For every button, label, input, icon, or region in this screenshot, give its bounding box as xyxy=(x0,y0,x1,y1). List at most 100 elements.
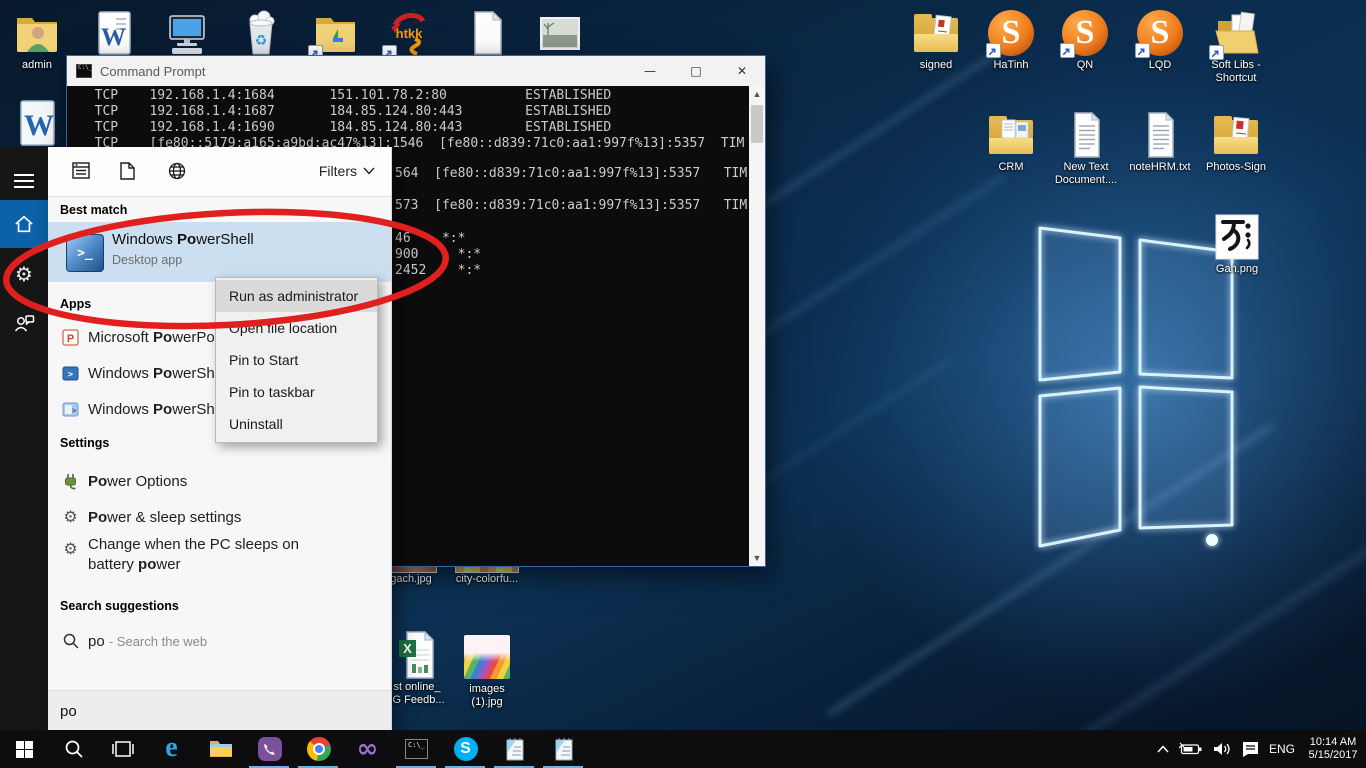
scrollbar[interactable]: ▲ ▼ xyxy=(749,86,765,566)
desktop-icon-admin-folder[interactable]: admin xyxy=(0,8,74,72)
settings-header: Settings xyxy=(60,436,109,450)
desktop-icon-recycle-bin[interactable]: ♻ xyxy=(224,8,298,58)
apps-filter-icon[interactable] xyxy=(72,162,90,184)
search-query-text: po xyxy=(60,703,77,720)
menu-item-run-as-administrator[interactable]: Run as administrator xyxy=(216,280,377,312)
desktop-icon-word-file-partial[interactable]: W xyxy=(0,98,74,148)
powershell-icon: > xyxy=(62,365,79,382)
setting-result-power-options[interactable]: Power Options xyxy=(48,463,391,499)
setting-result-power-sleep[interactable]: ⚙ Power & sleep settings xyxy=(48,499,391,535)
search-input[interactable]: po xyxy=(48,690,391,731)
close-button[interactable]: ✕ xyxy=(719,56,765,86)
scroll-down-icon[interactable]: ▼ xyxy=(749,550,765,566)
menu-item-uninstall[interactable]: Uninstall xyxy=(216,408,377,440)
console-line: 2452 *:* xyxy=(395,263,481,278)
notepad-icon xyxy=(504,737,526,761)
desktop-icon-word-document[interactable]: W xyxy=(76,8,150,58)
settings-gear-icon[interactable]: ⚙ xyxy=(0,250,48,298)
task-view-icon xyxy=(112,741,134,757)
cmd-icon: C:\_ xyxy=(76,64,92,78)
word-file-icon: W xyxy=(12,98,62,148)
desktop-icon-signed-folder[interactable]: signed xyxy=(899,8,973,72)
folder-user-icon xyxy=(12,8,62,58)
web-filter-icon[interactable] xyxy=(168,162,186,185)
photo-thumbnail-icon xyxy=(462,632,512,682)
taskbar: e ∞ C:\_ S xyxy=(0,730,1366,768)
powershell-ise-icon: > xyxy=(62,401,79,418)
apps-header: Apps xyxy=(60,297,91,311)
tray-date: 5/15/2017 xyxy=(1304,749,1362,762)
maximize-button[interactable]: □ xyxy=(673,56,719,86)
chevron-down-icon xyxy=(363,167,375,175)
search-icon xyxy=(64,739,84,759)
skype-button[interactable]: S xyxy=(441,730,490,768)
desktop-icon-htkk-shortcut[interactable]: htkk xyxy=(372,8,446,58)
desktop-icon-photo-file[interactable] xyxy=(523,8,597,58)
console-line: 46 *:* xyxy=(395,231,465,246)
console-line: 564 [fe80::d839:71c0:aa1:997f%13]:5357 T… xyxy=(395,166,747,181)
tray-chevron-up-icon[interactable] xyxy=(1156,744,1170,754)
console-line: TCP 192.168.1.4:1684 151.101.78.2:80 EST… xyxy=(79,88,749,104)
menu-item-pin-to-start[interactable]: Pin to Start xyxy=(216,344,377,376)
visual-studio-button[interactable]: ∞ xyxy=(343,730,392,768)
documents-filter-icon[interactable] xyxy=(120,162,135,185)
file-explorer-button[interactable] xyxy=(196,730,245,768)
result-subtitle: Desktop app xyxy=(112,253,254,267)
minimize-button[interactable]: — xyxy=(627,56,673,86)
menu-item-pin-to-taskbar[interactable]: Pin to taskbar xyxy=(216,376,377,408)
search-suggestion-web[interactable]: po - Search the web xyxy=(48,623,391,659)
desktop-icon-this-pc[interactable] xyxy=(150,8,224,58)
start-button[interactable] xyxy=(0,730,49,768)
notepad-2-button[interactable] xyxy=(539,730,588,768)
volume-icon[interactable] xyxy=(1212,741,1232,757)
search-icon xyxy=(62,633,79,650)
console-line: TCP 192.168.1.4:1687 184.85.124.80:443 E… xyxy=(79,104,749,120)
task-view-button[interactable] xyxy=(98,730,147,768)
edge-button[interactable]: e xyxy=(147,730,196,768)
word-document-icon: W xyxy=(88,8,138,58)
svg-text:♻: ♻ xyxy=(255,33,268,49)
desktop-icon-qn-shortcut[interactable]: S QN xyxy=(1048,8,1122,72)
command-prompt-icon: C:\_ xyxy=(405,739,428,759)
powerpoint-icon: P xyxy=(62,329,79,346)
powershell-icon: >_ xyxy=(66,234,104,272)
desktop-icon-blank-document[interactable] xyxy=(450,8,524,58)
viber-button[interactable] xyxy=(245,730,294,768)
setting-result-pc-sleep-battery[interactable]: ⚙ Change when the PC sleeps on battery p… xyxy=(48,535,391,591)
menu-item-open-file-location[interactable]: Open file location xyxy=(216,312,377,344)
s-logo-icon: S xyxy=(1060,8,1110,58)
taskbar-cmd-button[interactable]: C:\_ xyxy=(392,730,441,768)
desktop-icon-new-text-document[interactable]: New Text Document.... xyxy=(1049,110,1123,187)
console-line: 573 [fe80::d839:71c0:aa1:997f%13]:5357 T… xyxy=(395,198,747,213)
scroll-up-icon[interactable]: ▲ xyxy=(749,86,765,102)
desktop-icon-hatinh-shortcut[interactable]: S HaTinh xyxy=(974,8,1048,72)
home-tab-icon[interactable] xyxy=(0,200,48,248)
desktop-icon-lqd-shortcut[interactable]: S LQD xyxy=(1123,8,1197,72)
action-center-icon[interactable] xyxy=(1241,741,1260,758)
filters-dropdown[interactable]: Filters xyxy=(319,163,375,179)
desktop-icon-google-drive-folder[interactable] xyxy=(298,8,372,58)
desktop-icon-images-1-jpg[interactable]: images(1).jpg xyxy=(456,632,518,709)
skype-icon: S xyxy=(454,737,478,761)
svg-text:P: P xyxy=(67,333,74,345)
feedback-icon[interactable] xyxy=(0,299,48,347)
cmd-titlebar[interactable]: C:\_ Command Prompt — □ ✕ xyxy=(67,56,765,86)
desktop-icon-excel-feedback-file[interactable]: X st online_IG Feedb... xyxy=(386,630,448,707)
search-suggestions-header: Search suggestions xyxy=(60,599,179,613)
text-file-icon xyxy=(1135,110,1185,160)
desktop-icon-crm-folder[interactable]: CRM xyxy=(974,110,1048,174)
language-indicator[interactable]: ENG xyxy=(1269,742,1295,756)
desktop-icon-notehrm-txt[interactable]: noteHRM.txt xyxy=(1123,110,1197,174)
desktop-icon-soft-libs-shortcut[interactable]: Soft Libs - Shortcut xyxy=(1199,8,1273,85)
best-match-result[interactable]: >_ Windows PowerShell Desktop app xyxy=(48,222,391,282)
desktop-icon-gah-png[interactable]: Gah.png xyxy=(1200,212,1274,276)
chrome-button[interactable] xyxy=(294,730,343,768)
hamburger-menu-icon[interactable] xyxy=(0,157,48,205)
desktop-icon-photos-sign-folder[interactable]: Photos-Sign xyxy=(1199,110,1273,174)
battery-charging-icon[interactable] xyxy=(1179,742,1203,756)
notepad-button[interactable] xyxy=(490,730,539,768)
taskbar-search-button[interactable] xyxy=(49,730,98,768)
search-sidebar: ⚙ xyxy=(0,147,48,730)
scrollbar-thumb[interactable] xyxy=(751,105,763,143)
taskbar-clock[interactable]: 10:14 AM 5/15/2017 xyxy=(1304,736,1362,762)
